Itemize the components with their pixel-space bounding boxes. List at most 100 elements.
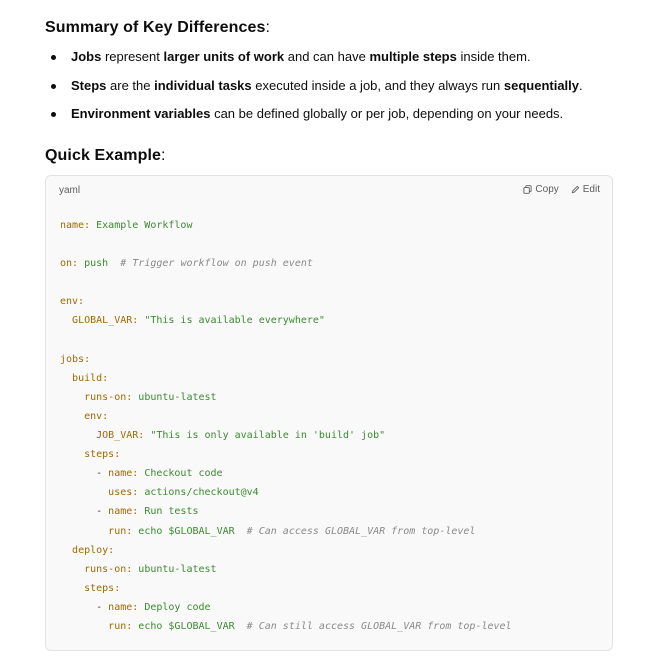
code-token: push [84, 258, 109, 270]
chat-message: Summary of Key Differences: Jobs represe… [0, 0, 663, 663]
code-token: Example Workflow [96, 220, 193, 231]
bullet-text: and can have [284, 49, 370, 64]
bullet-dot [51, 83, 56, 89]
code-line: build: [60, 369, 512, 388]
edit-icon [571, 185, 580, 194]
code-token: env: [84, 410, 109, 422]
bullet-text: . [579, 77, 583, 93]
code-token: runs-on: [84, 563, 133, 575]
bullet-dot [51, 55, 56, 60]
code-language-label: yaml [59, 185, 81, 196]
code-line: runs-on: ubuntu-latest [60, 560, 512, 579]
code-line: - name: Deploy code [60, 598, 512, 617]
bullet-text: are the [106, 77, 155, 93]
code-token: # Can still access GLOBAL_VAR from top-l… [246, 620, 512, 632]
code-line: JOB_VAR: "This is only available in 'bui… [60, 426, 512, 445]
code-token: jobs: [60, 353, 91, 365]
code-block: yaml Copy Edit name: Example Workflow on:… [45, 175, 613, 651]
code-token: echo $GLOBAL_VAR [138, 525, 235, 537]
code-line: env: [60, 407, 512, 426]
quick-example-heading: Quick Example: [45, 147, 166, 164]
code-token: - [60, 468, 109, 480]
code-token: echo $GLOBAL_VAR [138, 620, 235, 632]
bullet-bold-text: Jobs [71, 49, 102, 64]
code-token: Deploy code [144, 601, 211, 613]
code-line: - name: Run tests [60, 502, 512, 521]
code-header: yaml Copy Edit [46, 176, 612, 206]
code-line: - name: Checkout code [60, 464, 512, 483]
code-token: # Trigger workflow on push event [120, 258, 313, 270]
code-token: actions/checkout@v4 [144, 487, 259, 499]
bullet-text: can be defined globally or per job, depe… [210, 106, 564, 122]
code-line: jobs: [60, 350, 512, 369]
code-line: name: Example Workflow [60, 216, 512, 235]
edit-label: Edit [582, 184, 600, 195]
code-token: uses: [108, 487, 139, 499]
code-token: env: [60, 296, 85, 308]
summary-bullet: Jobs represent larger units of work and … [45, 47, 625, 67]
code-token: # Can access GLOBAL_VAR from top-level [246, 525, 476, 537]
bullet-text: inside them. [456, 49, 531, 64]
code-token: runs-on: [84, 391, 133, 403]
summary-bullet: Environment variables can be defined glo… [45, 104, 625, 124]
code-line: env: [60, 292, 512, 311]
code-token: "This is available everywhere" [144, 315, 325, 327]
code-token: name: [60, 220, 91, 231]
code-line: run: echo $GLOBAL_VAR # Can still access… [60, 617, 512, 636]
code-token: "This is only available in 'build' job" [150, 430, 386, 442]
code-token: GLOBAL_VAR: [72, 315, 139, 327]
summary-list: Jobs represent larger units of work and … [45, 47, 625, 133]
code-line: runs-on: ubuntu-latest [60, 388, 512, 407]
bullet-text: represent [101, 49, 164, 64]
code-token: Run tests [144, 506, 199, 518]
code-token: name: [108, 468, 139, 480]
code-token: name: [108, 506, 139, 518]
code-token: run: [108, 620, 133, 632]
code-line: deploy: [60, 541, 512, 560]
code-token: ubuntu-latest [138, 563, 217, 575]
bullet-dot [51, 112, 56, 118]
code-line: steps: [60, 579, 512, 598]
code-line: steps: [60, 445, 512, 464]
bullet-bold-text: individual tasks [154, 77, 252, 93]
code-line: uses: actions/checkout@v4 [60, 483, 512, 502]
summary-heading: Summary of Key Differences: [45, 19, 271, 36]
code-line: on: push # Trigger workflow on push even… [60, 254, 512, 273]
code-token: on: [60, 258, 79, 270]
edit-button[interactable]: Edit [571, 184, 600, 195]
code-token: - [60, 601, 109, 613]
copy-icon [523, 185, 532, 194]
code-actions: Copy Edit [523, 184, 600, 195]
code-token: ubuntu-latest [138, 391, 217, 403]
code-content: name: Example Workflow on: push # Trigger… [60, 216, 512, 636]
bullet-bold-text: Steps [71, 77, 107, 93]
bullet-bold-text: larger units of work [163, 49, 285, 64]
code-token: name: [108, 601, 139, 613]
bullet-bold-text: sequentially [503, 77, 580, 93]
copy-button[interactable]: Copy [523, 184, 559, 195]
code-token: steps: [84, 449, 121, 461]
bullet-text: executed inside a job, and they always r… [251, 77, 504, 93]
bullet-bold-text: Environment variables [71, 106, 211, 122]
copy-label: Copy [535, 184, 559, 195]
code-line: GLOBAL_VAR: "This is available everywher… [60, 311, 512, 330]
code-token: Checkout code [144, 468, 223, 480]
bullet-bold-text: multiple steps [369, 49, 457, 64]
code-token: deploy: [72, 544, 115, 556]
summary-bullet: Steps are the individual tasks executed … [45, 76, 625, 96]
